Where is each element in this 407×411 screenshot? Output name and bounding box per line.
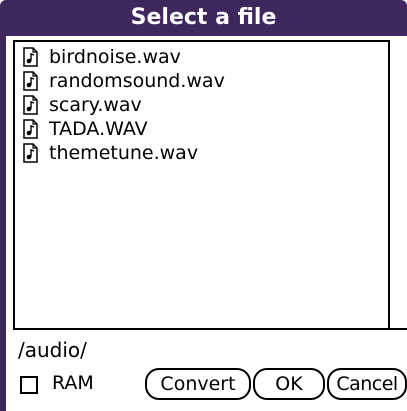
- select-file-dialog: Select a file birdnoise.wav randomsound.…: [0, 0, 407, 411]
- file-item[interactable]: randomsound.wav: [21, 69, 225, 93]
- file-item[interactable]: themetune.wav: [21, 141, 198, 165]
- audio-file-icon: [23, 47, 38, 67]
- list-scroll-divider: [388, 40, 390, 330]
- ram-checkbox[interactable]: [20, 376, 38, 394]
- audio-file-icon: [23, 95, 38, 115]
- ram-label: RAM: [52, 372, 94, 394]
- file-name: birdnoise.wav: [49, 46, 181, 68]
- file-name: TADA.WAV: [49, 118, 148, 140]
- dialog-frame-left: [0, 36, 6, 411]
- cancel-button[interactable]: Cancel: [327, 368, 407, 400]
- current-path: /audio/: [18, 338, 87, 362]
- file-name: themetune.wav: [49, 142, 199, 164]
- file-item[interactable]: scary.wav: [21, 93, 142, 117]
- file-name: randomsound.wav: [49, 70, 225, 92]
- audio-file-icon: [23, 143, 38, 163]
- audio-file-icon: [23, 71, 38, 91]
- list-bottom-divider: [13, 328, 407, 330]
- file-item[interactable]: TADA.WAV: [21, 117, 148, 141]
- audio-file-icon: [23, 119, 38, 139]
- file-list[interactable]: birdnoise.wav randomsound.wav scary.wav: [13, 40, 390, 330]
- convert-button[interactable]: Convert: [145, 368, 251, 400]
- file-item[interactable]: birdnoise.wav: [21, 45, 181, 69]
- ok-button[interactable]: OK: [253, 368, 325, 400]
- file-name: scary.wav: [49, 94, 142, 116]
- dialog-title: Select a file: [0, 0, 407, 36]
